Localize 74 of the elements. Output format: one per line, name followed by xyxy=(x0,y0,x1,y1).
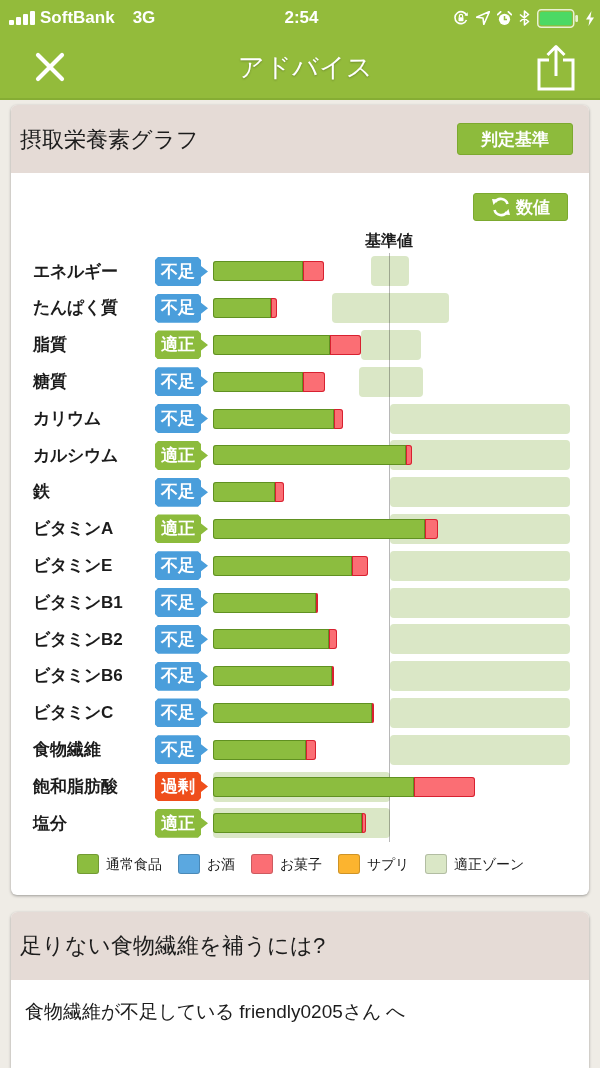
snack-bar xyxy=(414,776,475,797)
bluetooth-icon xyxy=(519,10,530,26)
status-badge: 適正 xyxy=(155,808,208,838)
battery-icon xyxy=(537,8,579,28)
snack-bar xyxy=(303,371,325,392)
location-arrow-icon xyxy=(476,11,490,25)
intake-bar xyxy=(213,298,271,319)
alarm-clock-icon xyxy=(497,10,512,26)
nutrient-name: 食物繊維 xyxy=(33,739,102,761)
status-badge: 不足 xyxy=(155,404,208,434)
reference-label: 基準値 xyxy=(365,232,413,249)
nutrient-name: カリウム xyxy=(33,407,102,430)
legend-label: お菓子 xyxy=(280,854,322,874)
nutrient-name: カルシウム xyxy=(33,444,119,467)
status-badge: 不足 xyxy=(155,588,208,618)
nutrient-name: 塩分 xyxy=(33,812,68,835)
snack-bar xyxy=(330,335,361,355)
snack-bar xyxy=(303,261,324,282)
values-button[interactable]: 数値 xyxy=(473,193,568,221)
status-badge: 不足 xyxy=(155,477,208,507)
share-icon[interactable] xyxy=(537,43,575,91)
status-badge: 適正 xyxy=(155,440,208,470)
snack-bar xyxy=(352,555,368,576)
snack-bar xyxy=(362,813,366,834)
target-zone xyxy=(361,330,421,360)
legend-label: 通常食品 xyxy=(106,854,162,874)
legend-label: サプリ xyxy=(367,854,409,874)
advice-message: 食物繊維が不足している friendly0205さん へ xyxy=(25,999,407,1024)
nutrient-name: ビタミンC xyxy=(33,702,115,725)
refresh-icon xyxy=(491,197,511,217)
status-badge: 不足 xyxy=(155,661,208,691)
status-badge: 適正 xyxy=(155,330,208,360)
page-title: アドバイス xyxy=(237,50,373,84)
nutrient-name: ビタミンE xyxy=(33,555,114,577)
nutrient-name: たんぱく質 xyxy=(33,297,119,320)
target-zone xyxy=(371,256,409,287)
card-title: 足りない食物繊維を補うには? xyxy=(20,932,326,961)
snack-bar xyxy=(406,445,412,466)
nutrient-name: ビタミンB6 xyxy=(33,665,124,688)
status-badge: 不足 xyxy=(155,293,208,323)
nutrient-name: 脂質 xyxy=(33,334,68,357)
card-title: 摂取栄養素グラフ xyxy=(20,125,199,154)
clock-time: 2:54 xyxy=(284,7,319,30)
nutrient-name: 飽和脂肪酸 xyxy=(33,775,119,798)
status-badge: 不足 xyxy=(155,735,208,765)
nutrient-name: 鉄 xyxy=(33,481,51,504)
snack-bar xyxy=(334,408,343,429)
close-icon[interactable] xyxy=(35,52,65,82)
charging-bolt-icon xyxy=(586,10,594,26)
status-badge: 不足 xyxy=(155,367,208,397)
status-badge: 不足 xyxy=(155,551,208,581)
nutrient-name: ビタミンA xyxy=(33,518,115,541)
rotation-lock-icon xyxy=(453,10,469,26)
status-badge: 不足 xyxy=(155,624,208,654)
network-type: 3G xyxy=(132,7,156,30)
status-badge: 適正 xyxy=(155,514,208,544)
status-badge: 過剰 xyxy=(155,772,208,802)
signal-icon xyxy=(9,11,36,25)
intake-bar xyxy=(213,482,275,503)
criteria-button[interactable]: 判定基準 xyxy=(457,123,573,155)
nutrient-name: ビタミンB2 xyxy=(33,628,124,651)
snack-bar xyxy=(271,298,277,319)
target-zone xyxy=(359,366,423,397)
nutrient-name: エネルギー xyxy=(33,260,119,283)
status-badge: 不足 xyxy=(155,256,208,286)
nutrient-name: 糖質 xyxy=(33,371,68,394)
legend-label: 適正ゾーン xyxy=(454,854,524,874)
legend-label: お酒 xyxy=(207,854,235,874)
carrier-name: SoftBank xyxy=(40,7,115,30)
snack-bar xyxy=(329,629,337,650)
snack-bar xyxy=(275,482,284,503)
nutrient-name: ビタミンB1 xyxy=(33,591,124,614)
status-badge: 不足 xyxy=(155,698,208,728)
snack-bar xyxy=(306,739,316,760)
